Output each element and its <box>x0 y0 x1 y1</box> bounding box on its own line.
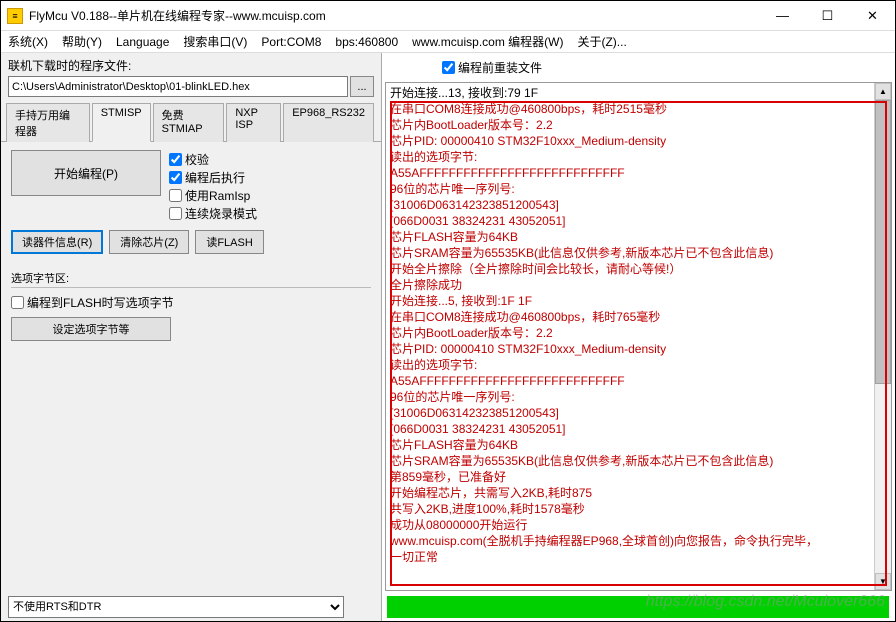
option-check-label: 校验 <box>185 151 209 168</box>
option-byte-label: 选项字节区: <box>11 270 371 286</box>
log-line: 开始编程芯片，共需写入2KB,耗时875 <box>390 485 887 501</box>
read-flash-button[interactable]: 读FLASH <box>195 230 263 254</box>
log-line: 共写入2KB,进度100%,耗时1578毫秒 <box>390 501 887 517</box>
close-button[interactable]: ✕ <box>850 1 895 31</box>
log-line: 芯片内BootLoader版本号：2.2 <box>390 117 887 133</box>
log-line: 在串口COM8连接成功@460800bps，耗时765毫秒 <box>390 309 887 325</box>
right-panel: 编程前重装文件 开始连接...13, 接收到:79 1F在串口COM8连接成功@… <box>381 53 895 621</box>
log-line: 96位的芯片唯一序列号: <box>390 389 887 405</box>
log-line: 开始连接...13, 接收到:79 1F <box>390 85 887 101</box>
log-line: 一切正常 <box>390 549 887 565</box>
watermark: https://blog.csdn.net/Mculover666 <box>646 593 885 611</box>
option-check[interactable]: 编程后执行 <box>169 169 257 186</box>
tab-0[interactable]: 手持万用编程器 <box>6 103 90 142</box>
scroll-up-icon[interactable]: ▲ <box>875 83 891 100</box>
menu-item[interactable]: 搜索串口(V) <box>183 33 247 50</box>
log-output[interactable]: 开始连接...13, 接收到:79 1F在串口COM8连接成功@460800bp… <box>386 83 891 590</box>
right-toolbar: 编程前重装文件 <box>382 53 895 82</box>
tab-2[interactable]: 免费STMIAP <box>153 103 225 142</box>
log-line: 芯片PID: 00000410 STM32F10xxx_Medium-densi… <box>390 133 887 149</box>
log-line: A55AFFFFFFFFFFFFFFFFFFFFFFFFFFFF <box>390 373 887 389</box>
option-check-label: 编程后执行 <box>185 169 245 186</box>
isp-tabs: 手持万用编程器STMISP免费STMIAPNXP ISPEP968_RS232 <box>1 102 381 142</box>
tab-1[interactable]: STMISP <box>92 103 151 142</box>
option-check[interactable]: 连续烧录模式 <box>169 205 257 222</box>
option-check-label: 连续烧录模式 <box>185 205 257 222</box>
log-line: 芯片内BootLoader版本号：2.2 <box>390 325 887 341</box>
read-device-button[interactable]: 读器件信息(R) <box>11 230 103 254</box>
log-line: [31006D063142323851200543] <box>390 197 887 213</box>
option-checks: 校验编程后执行使用RamIsp连续烧录模式 <box>169 150 257 222</box>
log-line: [066D0031 38324231 43052051] <box>390 213 887 229</box>
option-checkbox[interactable] <box>169 207 182 220</box>
menu-item[interactable]: bps:460800 <box>335 35 398 49</box>
option-checkbox[interactable] <box>169 171 182 184</box>
option-byte-section: 选项字节区: 编程到FLASH时写选项字节 设定选项字节等 <box>11 270 371 341</box>
set-option-button[interactable]: 设定选项字节等 <box>11 317 171 341</box>
start-programming-button[interactable]: 开始编程(P) <box>11 150 161 196</box>
tab-4[interactable]: EP968_RS232 <box>283 103 374 142</box>
log-scrollbar[interactable]: ▲ ▼ <box>874 83 891 590</box>
write-option-check[interactable]: 编程到FLASH时写选项字节 <box>11 294 371 311</box>
window-body: 联机下载时的程序文件: ... 手持万用编程器STMISP免费STMIAPNXP… <box>1 53 895 621</box>
reload-label: 编程前重装文件 <box>458 59 542 76</box>
log-line: 在串口COM8连接成功@460800bps，耗时2515毫秒 <box>390 101 887 117</box>
tab-3[interactable]: NXP ISP <box>226 103 281 142</box>
log-line: A55AFFFFFFFFFFFFFFFFFFFFFFFFFFFF <box>390 165 887 181</box>
log-line: 芯片FLASH容量为64KB <box>390 437 887 453</box>
write-option-checkbox[interactable] <box>11 296 24 309</box>
menu-item[interactable]: Port:COM8 <box>261 35 321 49</box>
menu-item[interactable]: Language <box>116 35 169 49</box>
reload-file-check[interactable]: 编程前重装文件 <box>442 59 542 76</box>
log-line: 开始连接...5, 接收到:1F 1F <box>390 293 887 309</box>
option-checkbox[interactable] <box>169 153 182 166</box>
hex-path-input[interactable] <box>8 76 348 97</box>
log-line: 开始全片擦除（全片擦除时间会比较长，请耐心等候!） <box>390 261 887 277</box>
title-bar: ≡ FlyMcu V0.188--单片机在线编程专家--www.mcuisp.c… <box>1 1 895 31</box>
log-panel: 开始连接...13, 接收到:79 1F在串口COM8连接成功@460800bp… <box>385 82 892 591</box>
log-line: 第859毫秒，已准备好 <box>390 469 887 485</box>
log-line: 全片擦除成功 <box>390 277 887 293</box>
option-check-label: 使用RamIsp <box>185 187 250 204</box>
log-line: 成功从08000000开始运行 <box>390 517 887 533</box>
left-panel: 联机下载时的程序文件: ... 手持万用编程器STMISP免费STMIAPNXP… <box>1 53 381 621</box>
log-line: 芯片FLASH容量为64KB <box>390 229 887 245</box>
window-controls: — ☐ ✕ <box>760 1 895 31</box>
log-line: 读出的选项字节: <box>390 149 887 165</box>
erase-chip-button[interactable]: 清除芯片(Z) <box>109 230 189 254</box>
reload-checkbox[interactable] <box>442 61 455 74</box>
log-line: 96位的芯片唯一序列号: <box>390 181 887 197</box>
maximize-button[interactable]: ☐ <box>805 1 850 31</box>
path-row: ... <box>1 76 381 102</box>
app-window: ≡ FlyMcu V0.188--单片机在线编程专家--www.mcuisp.c… <box>0 0 896 622</box>
menu-item[interactable]: www.mcuisp.com 编程器(W) <box>412 33 563 50</box>
scroll-thumb[interactable] <box>875 100 891 384</box>
menu-bar: 系统(X) 帮助(Y) Language 搜索串口(V) Port:COM8 bps:46… <box>1 31 895 53</box>
window-title: FlyMcu V0.188--单片机在线编程专家--www.mcuisp.com <box>29 7 760 24</box>
path-label: 联机下载时的程序文件: <box>1 53 381 76</box>
minimize-button[interactable]: — <box>760 1 805 31</box>
dtr-select[interactable]: 不使用RTS和DTR <box>8 596 344 618</box>
write-option-label: 编程到FLASH时写选项字节 <box>27 294 174 311</box>
log-line: 芯片PID: 00000410 STM32F10xxx_Medium-densi… <box>390 341 887 357</box>
log-line: [31006D063142323851200543] <box>390 405 887 421</box>
log-line: 芯片SRAM容量为65535KB(此信息仅供参考,新版本芯片已不包含此信息) <box>390 453 887 469</box>
menu-item[interactable]: 系统(X) <box>8 33 48 50</box>
log-line: 芯片SRAM容量为65535KB(此信息仅供参考,新版本芯片已不包含此信息) <box>390 245 887 261</box>
option-checkbox[interactable] <box>169 189 182 202</box>
section-divider <box>11 287 371 288</box>
log-line: www.mcuisp.com(全脱机手持编程器EP968,全球首创)向您报告，命… <box>390 533 887 549</box>
scroll-down-icon[interactable]: ▼ <box>875 573 891 590</box>
option-check[interactable]: 使用RamIsp <box>169 187 257 204</box>
browse-button[interactable]: ... <box>350 76 374 97</box>
log-line: 读出的选项字节: <box>390 357 887 373</box>
log-line: [066D0031 38324231 43052051] <box>390 421 887 437</box>
menu-item[interactable]: 帮助(Y) <box>62 33 102 50</box>
tab-content: 开始编程(P) 校验编程后执行使用RamIsp连续烧录模式 读器件信息(R) 清… <box>1 142 381 262</box>
menu-item[interactable]: 关于(Z)... <box>577 33 626 50</box>
app-icon: ≡ <box>7 8 23 24</box>
option-check[interactable]: 校验 <box>169 151 257 168</box>
